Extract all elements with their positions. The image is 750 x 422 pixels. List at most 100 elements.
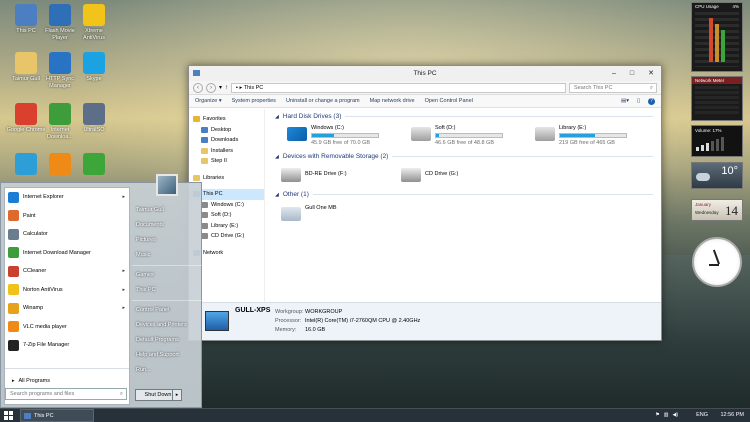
drive-name: Windows (C:) [311, 125, 345, 131]
group-label: Devices with Removable Storage (2) [282, 153, 389, 160]
folder-icon [201, 201, 208, 208]
drive-usage-bar [311, 133, 379, 138]
minimize-button[interactable]: – [605, 66, 623, 81]
start-right-item[interactable]: Default Programs [132, 333, 202, 348]
start-program-item[interactable]: Paint [5, 207, 129, 226]
start-program-item[interactable]: 7-Zip File Manager [5, 336, 129, 355]
desktop-icon[interactable]: Skype [74, 52, 114, 83]
network-icon[interactable]: ▥ [664, 412, 669, 418]
cpu-gadget[interactable]: CPU Usage 4% [691, 2, 743, 72]
start-right-item[interactable]: This PC [132, 283, 202, 298]
weather-gadget[interactable]: 10° [691, 162, 743, 189]
start-button[interactable] [4, 411, 13, 420]
start-program-item[interactable]: Winamp ▸ [5, 299, 129, 318]
app-icon [83, 103, 105, 125]
open-control-panel-button[interactable]: Open Control Panel [425, 98, 473, 104]
language-indicator[interactable]: ENG [696, 412, 708, 418]
nav-item[interactable]: Step II [189, 156, 264, 167]
start-program-item[interactable]: Norton AntiVirus ▸ [5, 281, 129, 300]
taskbar-item-explorer[interactable]: This PC [20, 409, 94, 422]
start-program-item[interactable]: Internet Download Manager [5, 244, 129, 263]
help-icon[interactable]: ? [648, 97, 655, 105]
nav-item[interactable]: Downloads [189, 135, 264, 146]
folder-icon [201, 137, 208, 144]
folder-icon [201, 158, 208, 165]
temperature: 10° [721, 165, 738, 177]
start-program-item[interactable]: CCleaner ▸ [5, 262, 129, 281]
removable-drive-item[interactable]: CD Drive (G:) [401, 168, 458, 182]
taskbar-clock[interactable]: 12:56 PM [720, 412, 744, 418]
nav-item[interactable]: Favorites [189, 114, 264, 125]
drive-item[interactable]: Library (E:) 219 GB free of 465 GB [535, 125, 627, 146]
desktop-icon[interactable]: Xtreme AntiVirus [74, 4, 114, 41]
start-program-item[interactable]: Calculator [5, 225, 129, 244]
address-field[interactable]: ▪ ▸ This PC [231, 82, 566, 93]
maximize-button[interactable]: □ [623, 66, 641, 81]
start-right-item[interactable]: Devices and Printers [132, 318, 202, 333]
close-button[interactable]: ✕ [641, 66, 661, 81]
start-right-item[interactable]: Help and Support [132, 348, 202, 363]
start-search-input[interactable]: Search programs and files ⌕ [5, 388, 127, 400]
search-input[interactable]: Search This PC ⌕ [569, 82, 657, 93]
back-icon[interactable]: ‹ [193, 82, 203, 93]
start-right-item[interactable]: Games [132, 268, 202, 283]
start-right-item[interactable]: Taimur Gull [132, 203, 202, 218]
recent-icon[interactable]: ▾ [219, 84, 222, 91]
explorer-window[interactable]: This PC – □ ✕ ‹ › ▾ ↑ ▪ ▸ This PC Search… [188, 65, 662, 341]
preview-pane-icon[interactable]: ▯ [637, 98, 640, 105]
calendar-gadget[interactable]: January Wednesday 14 [691, 199, 743, 221]
forward-icon[interactable]: › [206, 82, 216, 93]
drive-name: Soft (D:) [435, 125, 456, 131]
shutdown-options-button[interactable]: ▸ [172, 389, 182, 401]
drive-free-space: 219 GB free of 465 GB [559, 140, 615, 146]
removable-drive-item[interactable]: BD-RE Drive (F:) [281, 168, 347, 182]
app-icon [83, 153, 105, 175]
drive-item[interactable]: Windows (C:) 45.9 GB free of 70.0 GB [287, 125, 379, 146]
volume-icon[interactable]: ◀) [672, 412, 678, 418]
start-program-item[interactable]: VLC media player [5, 318, 129, 337]
program-label: Internet Download Manager [23, 249, 91, 256]
program-label: CCleaner [23, 268, 47, 275]
folder-icon [201, 233, 208, 240]
volume-bars [696, 137, 738, 151]
explorer-titlebar[interactable]: This PC – □ ✕ [189, 66, 661, 81]
organize-button[interactable]: Organize ▾ [195, 98, 222, 104]
start-right-item[interactable]: Music [132, 248, 202, 263]
volume-gadget[interactable]: Volume: 17% [691, 125, 743, 157]
workgroup-label: Workgroup: [275, 309, 304, 315]
desktop-icon[interactable]: UltraISO [74, 103, 114, 134]
clock-gadget[interactable] [692, 237, 742, 287]
map-network-drive-button[interactable]: Map network drive [370, 98, 415, 104]
submenu-arrow-icon: ▸ [122, 305, 125, 312]
start-program-item[interactable]: Internet Explorer ▸ [5, 188, 129, 207]
desktop-icon[interactable] [74, 153, 114, 177]
start-right-item[interactable]: Pictures [132, 233, 202, 248]
cloud-icon [696, 173, 710, 181]
nav-item[interactable]: Installers [189, 146, 264, 157]
hdd-list: Windows (C:) 45.9 GB free of 70.0 GB Soft … [275, 123, 653, 153]
folder-icon [193, 116, 200, 123]
program-label: VLC media player [23, 323, 67, 330]
cpu-graph [695, 12, 739, 67]
network-gadget[interactable]: Network Meter [691, 76, 743, 121]
group-header-other[interactable]: ◢ Other (1) [275, 191, 653, 198]
system-properties-button[interactable]: System properties [232, 98, 276, 104]
window-title: This PC [413, 70, 437, 77]
flag-icon[interactable]: ⚑ [655, 412, 659, 418]
nav-item[interactable]: Desktop [189, 125, 264, 136]
search-placeholder: Search programs and files [10, 391, 75, 397]
device-item[interactable]: Gull One MB [281, 205, 336, 221]
uninstall-button[interactable]: Uninstall or change a program [286, 98, 360, 104]
group-header-removable[interactable]: ◢ Devices with Removable Storage (2) [275, 153, 653, 160]
group-header-hdd[interactable]: ◢ Hard Disk Drives (3) [275, 113, 653, 120]
nav-item-label: CD Drive (G:) [211, 233, 245, 239]
drive-item[interactable]: Soft (D:) 46.6 GB free of 48.8 GB [411, 125, 503, 146]
start-right-item[interactable]: Documents [132, 218, 202, 233]
notification-area[interactable]: ⚑ ▥ ◀) [655, 412, 678, 418]
start-right-item[interactable]: Control Panel [132, 303, 202, 318]
program-icon [8, 339, 19, 351]
program-label: Norton AntiVirus [23, 286, 63, 293]
up-icon[interactable]: ↑ [225, 85, 228, 91]
start-right-item[interactable]: Run... [132, 363, 202, 378]
view-options-icon[interactable]: ▤▾ [621, 98, 629, 105]
